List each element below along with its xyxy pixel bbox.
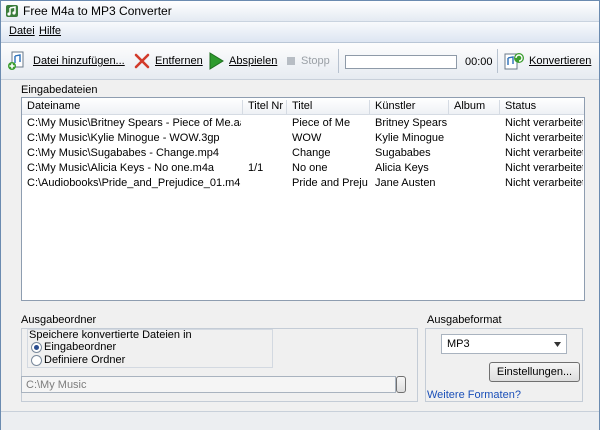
cell-title: Change — [292, 147, 331, 159]
format-dropdown[interactable]: MP3 — [441, 334, 567, 354]
time-display: 00:00 — [465, 56, 493, 68]
cell-filename: C:\My Music\Britney Spears - Piece of Me… — [27, 117, 241, 129]
table-row[interactable]: C:\My Music\Alicia Keys - No one.m4a 1/1… — [22, 161, 584, 176]
column-header[interactable]: Dateiname — [22, 100, 243, 114]
input-files-list[interactable]: Dateiname Titel Nr Titel Künstler Album … — [21, 97, 585, 301]
output-format-label: Ausgabeformat — [427, 314, 502, 326]
column-header[interactable]: Titel Nr — [243, 100, 287, 114]
cell-artist: Kylie Minogue — [375, 132, 445, 144]
title-bar: Free M4a to MP3 Converter — [1, 1, 599, 22]
play-icon — [209, 52, 224, 70]
menu-hilfe[interactable]: Hilfe — [39, 25, 61, 37]
main-window: Free M4a to MP3 Converter Datei Hilfe Da… — [0, 0, 600, 430]
cell-title: Piece of Me — [292, 117, 351, 129]
save-target-label: Speichere konvertierte Dateien in — [29, 329, 192, 341]
column-header[interactable]: Album — [449, 100, 500, 114]
convert-label: Konvertieren — [529, 55, 592, 67]
radio-input-folder-label[interactable]: Eingabeordner — [44, 341, 116, 353]
settings-button[interactable]: Einstellungen... — [489, 362, 580, 382]
status-bar — [1, 411, 599, 430]
output-folder-label: Ausgabeordner — [21, 314, 97, 326]
column-header[interactable]: Titel — [287, 100, 370, 114]
table-row[interactable]: C:\My Music\Sugababes - Change.mp4 Chang… — [22, 146, 584, 161]
column-header[interactable]: Status — [500, 100, 584, 114]
radio-define-folder-label[interactable]: Definiere Ordner — [44, 354, 125, 366]
output-path-field[interactable]: C:\My Music — [21, 376, 396, 393]
list-header: Dateiname Titel Nr Titel Künstler Album … — [22, 98, 584, 115]
cell-status: Nicht verarbeitet — [505, 132, 583, 144]
browse-button[interactable] — [396, 376, 406, 393]
remove-x-icon — [134, 53, 150, 69]
cell-status: Nicht verarbeitet — [505, 117, 583, 129]
chevron-down-icon — [554, 342, 561, 347]
convert-icon — [504, 53, 524, 70]
app-icon — [6, 5, 18, 17]
cell-track: 1/1 — [248, 162, 264, 174]
stop-label: Stopp — [301, 55, 330, 67]
add-file-button[interactable]: Datei hinzufügen... — [7, 50, 125, 72]
toolbar-separator — [338, 49, 339, 73]
table-row[interactable]: C:\My Music\Britney Spears - Piece of Me… — [22, 116, 584, 131]
menu-bar: Datei Hilfe — [1, 22, 599, 43]
cell-artist: Britney Spears — [375, 117, 447, 129]
cell-status: Nicht verarbeitet — [505, 177, 583, 189]
convert-button[interactable]: Konvertieren — [503, 50, 591, 72]
cell-title: Pride and Preju... — [292, 177, 368, 189]
input-files-label: Eingabedateien — [21, 84, 98, 96]
cell-status: Nicht verarbeitet — [505, 147, 583, 159]
radio-define-folder[interactable] — [31, 355, 42, 366]
play-button[interactable]: Abspielen — [207, 50, 277, 72]
settings-label: Einstellungen... — [496, 366, 573, 378]
toolbar: Datei hinzufügen... Entfernen Abspielen … — [1, 43, 599, 80]
cell-filename: C:\My Music\Kylie Minogue - WOW.3gp — [27, 132, 220, 144]
remove-button[interactable]: Entfernen — [133, 50, 203, 72]
add-file-icon — [8, 51, 24, 70]
toolbar-separator — [497, 49, 498, 73]
cell-artist: Sugababes — [375, 147, 431, 159]
cell-title: No one — [292, 162, 328, 174]
table-row[interactable]: C:\Audiobooks\Pride_and_Prejudice_01.m4b… — [22, 176, 584, 191]
radio-input-folder[interactable] — [31, 342, 42, 353]
stop-button[interactable]: Stopp — [285, 50, 330, 72]
remove-label: Entfernen — [155, 55, 203, 67]
cell-filename: C:\My Music\Alicia Keys - No one.m4a — [27, 162, 215, 174]
window-title: Free M4a to MP3 Converter — [23, 4, 172, 18]
menu-datei[interactable]: Datei — [9, 25, 35, 37]
cell-filename: C:\My Music\Sugababes - Change.mp4 — [27, 147, 219, 159]
add-file-label: Datei hinzufügen... — [33, 55, 125, 67]
cell-filename: C:\Audiobooks\Pride_and_Prejudice_01.m4b — [27, 177, 241, 189]
play-label: Abspielen — [229, 55, 278, 67]
progress-bar — [345, 55, 457, 69]
column-header[interactable]: Künstler — [370, 100, 449, 114]
cell-artist: Jane Austen — [375, 177, 436, 189]
more-formats-link[interactable]: Weitere Formaten? — [427, 389, 521, 401]
cell-status: Nicht verarbeitet — [505, 162, 583, 174]
cell-title: WOW — [292, 132, 322, 144]
table-row[interactable]: C:\My Music\Kylie Minogue - WOW.3gp WOW … — [22, 131, 584, 146]
cell-artist: Alicia Keys — [375, 162, 429, 174]
format-selected: MP3 — [447, 338, 470, 350]
stop-icon — [287, 57, 295, 65]
